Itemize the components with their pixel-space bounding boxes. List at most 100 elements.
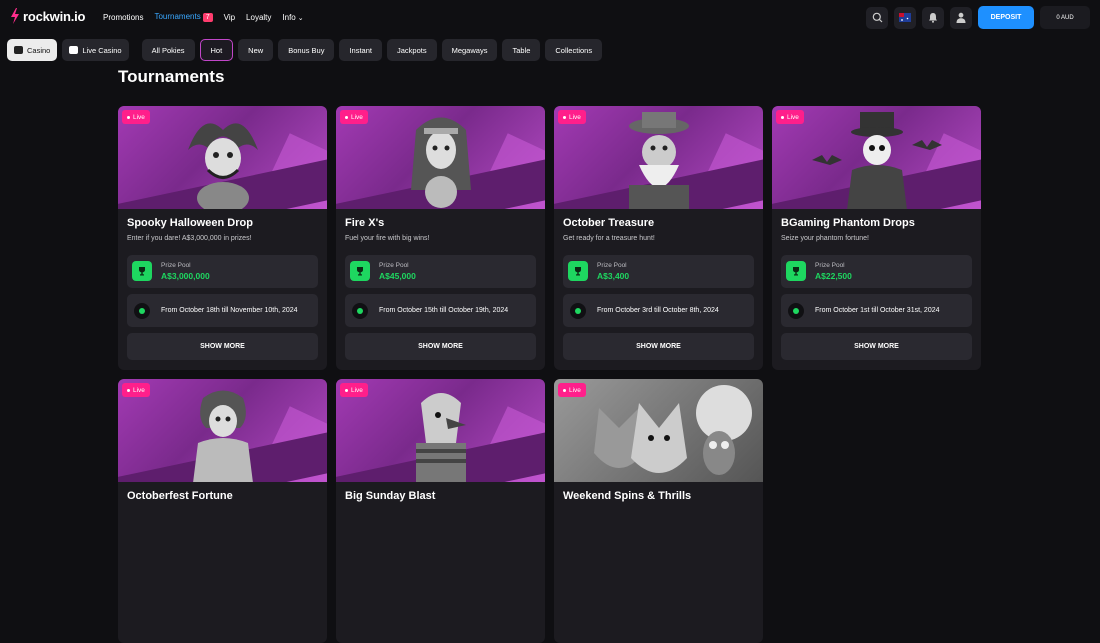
brand-logo[interactable]: rockwin.io: [10, 8, 85, 24]
profile-button[interactable]: [950, 6, 972, 29]
tournament-banner: Live: [336, 106, 545, 209]
nav-info-label: Info: [282, 12, 296, 22]
search-icon: [872, 12, 882, 23]
chip-megaways[interactable]: Megaways: [441, 39, 498, 61]
card-title: Spooky Halloween Drop: [127, 217, 253, 229]
nav-vip[interactable]: Vip: [224, 13, 235, 22]
prize-pool-label: Prize Pool: [815, 262, 845, 269]
tournament-banner: Live: [554, 379, 763, 482]
category-filters: Casino Live Casino All Pokies Hot New Bo…: [7, 39, 603, 61]
casino-icon: [14, 46, 23, 54]
trophy-icon: [350, 261, 370, 281]
cleopatra-illustration: [410, 117, 471, 208]
card-title: Weekend Spins & Thrills: [563, 490, 692, 502]
chip-collections[interactable]: Collections: [545, 39, 603, 61]
bell-icon: [929, 13, 937, 23]
bolt-icon: [11, 8, 19, 24]
prize-pool-label: Prize Pool: [379, 262, 409, 269]
language-button[interactable]: [894, 6, 916, 29]
pinup-illustration: [192, 390, 253, 482]
trophy-icon: [568, 261, 588, 281]
live-badge-label: Live: [569, 386, 581, 394]
tournament-banner: Live: [772, 106, 981, 209]
nav-loyalty[interactable]: Loyalty: [246, 13, 271, 22]
date-range-text: From October 15th till October 19th, 202…: [379, 306, 509, 314]
chip-table[interactable]: Table: [502, 39, 541, 61]
chip-bonus-buy[interactable]: Bonus Buy: [278, 39, 335, 61]
clock-icon: [352, 303, 368, 319]
tournament-card[interactable]: Live Fire X's Fuel your fire with big wi…: [336, 106, 545, 370]
header-controls: DEPOSIT 0 AUD: [866, 6, 1090, 29]
balance-display[interactable]: 0 AUD: [1040, 6, 1090, 29]
card-title: Fire X's: [345, 217, 385, 229]
horus-illustration: [415, 393, 466, 482]
card-subtitle: Enter if you dare! A$3,000,000 in prizes…: [127, 235, 252, 242]
chip-jackpots[interactable]: Jackpots: [386, 39, 437, 61]
clock-icon: [788, 303, 804, 319]
wolf-pack-illustration: [593, 385, 752, 475]
play-icon: [69, 46, 79, 54]
live-casino-tab[interactable]: Live Casino: [62, 39, 129, 61]
notifications-button[interactable]: [922, 6, 944, 29]
tournament-banner: Live: [118, 106, 327, 209]
date-range-box: From October 18th till November 10th, 20…: [127, 294, 318, 327]
chevron-down-icon: ⌄: [297, 14, 304, 22]
show-more-button[interactable]: SHOW MORE: [345, 333, 536, 360]
casino-tab-label: Casino: [27, 45, 51, 55]
user-icon: [956, 12, 966, 23]
tournament-banner: Live: [554, 106, 763, 209]
tournament-banner: Live: [118, 379, 327, 482]
live-casino-tab-label: Live Casino: [82, 45, 122, 55]
prize-pool-label: Prize Pool: [597, 262, 627, 269]
tournament-card[interactable]: Live BGaming Phantom Drops Seize your ph…: [772, 106, 981, 370]
nav-tournaments-label: Tournaments: [154, 12, 201, 21]
chip-instant[interactable]: Instant: [339, 39, 382, 61]
show-more-button[interactable]: SHOW MORE: [563, 333, 754, 360]
card-title: Octoberfest Fortune: [127, 490, 233, 502]
card-title: October Treasure: [563, 217, 655, 229]
date-range-text: From October 18th till November 10th, 20…: [161, 306, 298, 314]
live-badge: Live: [340, 383, 368, 397]
date-range-box: From October 1st till October 31st, 2024: [781, 294, 972, 327]
trophy-icon: [786, 261, 806, 281]
prize-pool-label: Prize Pool: [161, 262, 191, 269]
tournament-card[interactable]: Live Spooky Halloween Drop Enter if you …: [118, 106, 327, 370]
prize-pool-value: A$3,400: [597, 271, 630, 281]
date-range-box: From October 15th till October 19th, 202…: [345, 294, 536, 327]
live-badge: Live: [776, 110, 804, 124]
show-more-button[interactable]: SHOW MORE: [781, 333, 972, 360]
tournament-card[interactable]: Live Octoberfest Fortune: [118, 379, 327, 643]
show-more-button[interactable]: SHOW MORE: [127, 333, 318, 360]
card-title: Big Sunday Blast: [345, 490, 436, 502]
tournament-card[interactable]: Live Big Sunday Blast: [336, 379, 545, 643]
page-title: Tournaments: [118, 67, 225, 86]
top-bar: rockwin.io Promotions Tournaments 7 Vip L…: [0, 0, 1100, 36]
leprechaun-illustration: [628, 112, 689, 209]
chip-new[interactable]: New: [238, 39, 274, 61]
date-range-text: From October 1st till October 31st, 2024: [815, 306, 940, 314]
live-badge: Live: [558, 110, 586, 124]
tournament-card[interactable]: Live October Treasure Get ready for a tr…: [554, 106, 763, 370]
prize-pool-box: Prize Pool A$22,500: [781, 255, 972, 288]
trophy-icon: [132, 261, 152, 281]
live-badge-label: Live: [133, 113, 145, 121]
prize-pool-box: Prize Pool A$3,000,000: [127, 255, 318, 288]
nav-tournaments[interactable]: Tournaments 7: [154, 12, 213, 22]
casino-tab[interactable]: Casino: [7, 39, 58, 61]
live-badge-label: Live: [569, 113, 581, 121]
chip-hot[interactable]: Hot: [199, 39, 234, 61]
prize-pool-box: Prize Pool A$45,000: [345, 255, 536, 288]
card-subtitle: Fuel your fire with big wins!: [345, 235, 430, 242]
deposit-button[interactable]: DEPOSIT: [978, 6, 1034, 29]
prize-pool-value: A$45,000: [379, 271, 416, 281]
nav-info[interactable]: Info ⌄: [282, 13, 303, 22]
live-badge-label: Live: [787, 113, 799, 121]
tournament-card[interactable]: Live Weekend Spins & Thrills: [554, 379, 763, 643]
chip-all-pokies[interactable]: All Pokies: [141, 39, 195, 61]
live-badge: Live: [122, 383, 150, 397]
live-badge: Live: [122, 110, 150, 124]
search-button[interactable]: [866, 6, 888, 29]
card-subtitle: Get ready for a treasure hunt!: [563, 235, 655, 242]
nav-promotions[interactable]: Promotions: [103, 13, 143, 22]
card-subtitle: Seize your phantom fortune!: [781, 235, 869, 242]
